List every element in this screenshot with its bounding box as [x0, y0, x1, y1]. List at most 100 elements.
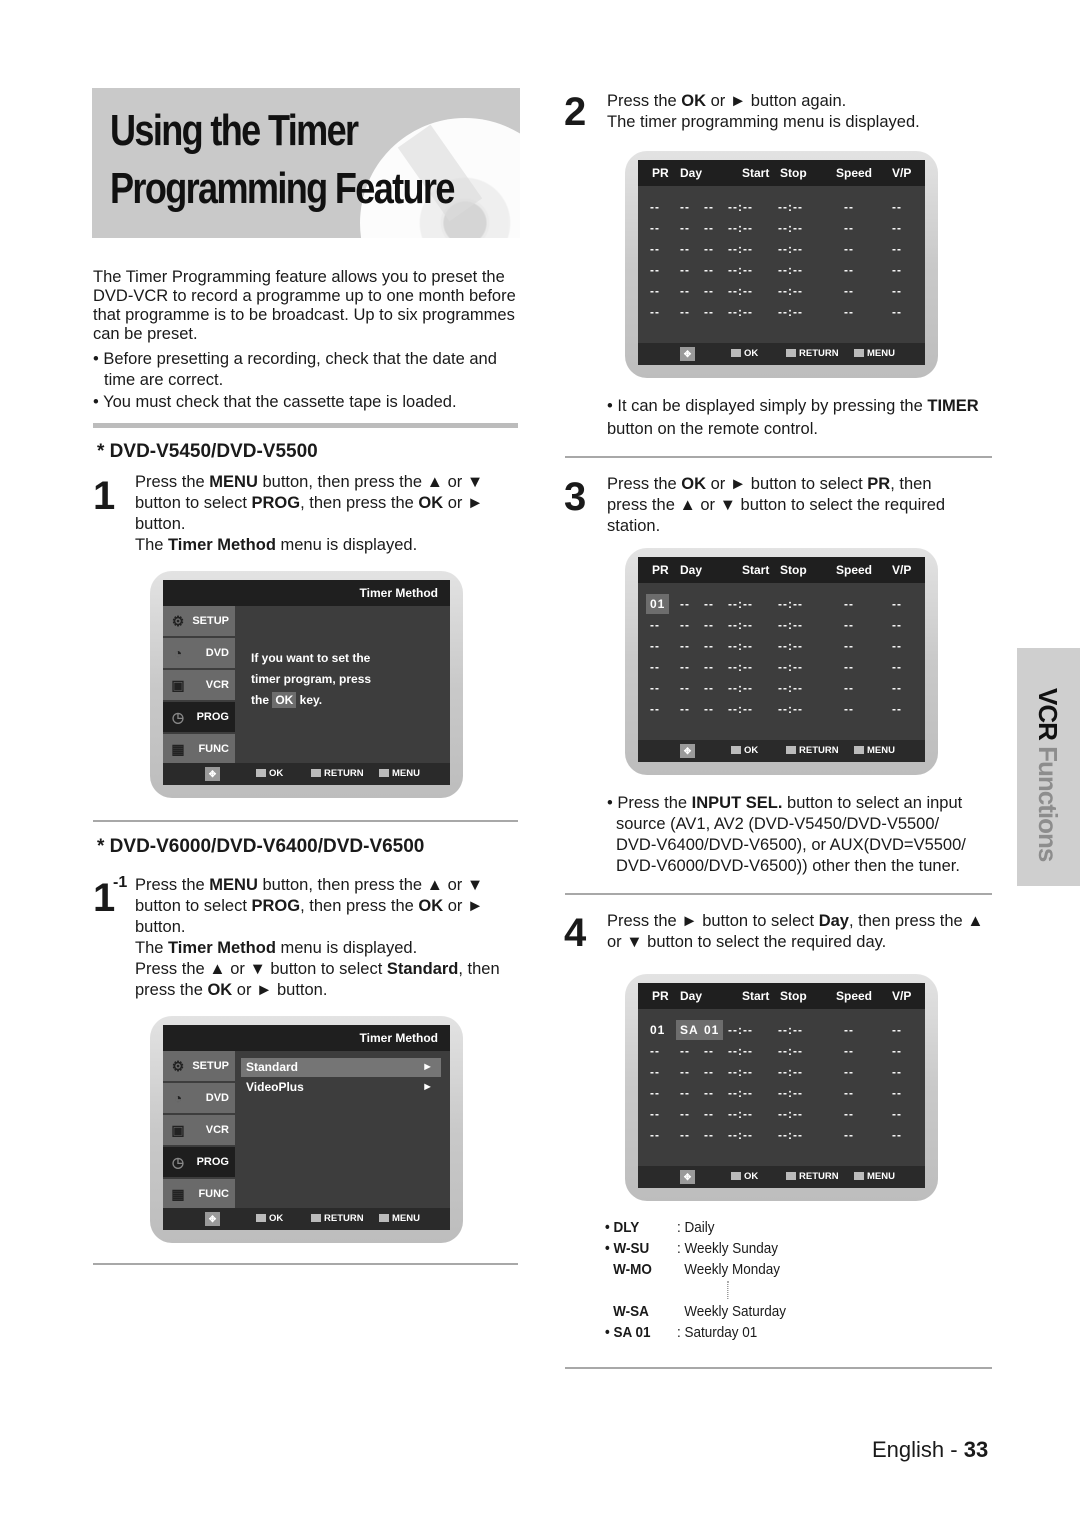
osd-option-standard[interactable]: Standard ► [241, 1058, 441, 1077]
osd-menu-dvd[interactable]: ◔ DVD [163, 1083, 235, 1113]
step-1-instructions: Press the MENU button, then press the ▲ … [135, 473, 484, 554]
cell-speed: -- [844, 597, 854, 611]
dvd-icon: ◔ [173, 645, 183, 661]
cell-vp: -- [892, 597, 902, 611]
section-divider [93, 820, 518, 822]
osd-option-videoplus[interactable]: VideoPlus ► [241, 1078, 441, 1097]
bullet-dot: • [93, 350, 104, 368]
osd-menu-prog[interactable]: ◷ PROG [163, 1147, 235, 1177]
return-icon [311, 1214, 321, 1222]
timer-program-row[interactable]: -- -- -- --:-- --:-- -- -- [638, 636, 925, 656]
column-header: V/P [892, 166, 912, 180]
osd-timer-method-screen: Timer Method ⚙ SETUP ◔ DVD ▣ VCR ◷ PROG ▦ FUN… [150, 571, 463, 798]
column-header: V/P [892, 989, 912, 1003]
page-title-line1: Using the Timer [110, 106, 359, 155]
cell-day: -- [680, 597, 690, 611]
clock-icon: ◷ [171, 1154, 185, 1170]
osd-menu-func[interactable]: ▦ FUNC [163, 734, 235, 764]
timer-program-row[interactable]: -- -- -- --:-- --:-- -- -- [638, 239, 925, 259]
osd-timer-method-options-screen: Timer Method ⚙ SETUP ◔ DVD ▣ VCR ◷ PROG ▦ FUN… [150, 1016, 463, 1243]
osd-return-hint: RETURN [786, 1166, 839, 1188]
timer-program-row[interactable]: -- -- -- --:-- --:-- -- -- [638, 281, 925, 301]
timer-program-row[interactable]: 01 SA 01 --:-- --:-- -- -- [638, 1020, 925, 1040]
timer-program-row[interactable]: -- -- -- --:-- --:-- -- -- [638, 1041, 925, 1061]
cell-date: -- [704, 639, 714, 653]
timer-program-row[interactable]: -- -- -- --:-- --:-- -- -- [638, 1125, 925, 1145]
column-header: Speed [836, 989, 873, 1003]
gear-icon: ⚙ [171, 1058, 185, 1074]
page-footer: English - 33 [872, 1437, 989, 1462]
cell-vp: -- [892, 639, 902, 653]
cell-pr: -- [650, 1107, 660, 1121]
section-divider [565, 1367, 992, 1369]
cell-pr: -- [650, 1128, 660, 1142]
cell-vp: -- [892, 305, 902, 319]
cell-day: -- [680, 639, 690, 653]
cell-pr: -- [650, 1044, 660, 1058]
cell-start: --:-- [728, 284, 753, 298]
cell-start: --:-- [728, 618, 753, 632]
timer-table-header: PR Day Start Stop Speed V/P [638, 557, 925, 583]
cell-speed: -- [844, 1086, 854, 1100]
legend-row: • W-SU: Weekly Sunday [605, 1240, 779, 1257]
cell-day: -- [680, 618, 690, 632]
cell-start: --:-- [728, 597, 753, 611]
column-header: PR [652, 563, 669, 577]
cell-start: --:-- [728, 702, 753, 716]
osd-header: Timer Method [163, 580, 450, 606]
timer-program-row[interactable]: -- -- -- --:-- --:-- -- -- [638, 218, 925, 238]
timer-program-row[interactable]: -- -- -- --:-- --:-- -- -- [638, 657, 925, 677]
osd-timer-table-day-selected: PR Day Start Stop Speed V/P 01 SA 01 --:-- --:-- --… [625, 974, 938, 1201]
cell-speed: -- [844, 1128, 854, 1142]
timer-program-row[interactable]: -- -- -- --:-- --:-- -- -- [638, 1062, 925, 1082]
timer-program-row[interactable]: 01 -- -- --:-- --:-- -- -- [638, 594, 925, 614]
timer-program-row[interactable]: -- -- -- --:-- --:-- -- -- [638, 197, 925, 217]
step-number: 3 [564, 475, 587, 519]
cell-speed: -- [844, 221, 854, 235]
cell-date: -- [704, 1044, 714, 1058]
cell-stop: --:-- [778, 1128, 803, 1142]
osd-footer: ✥ OK RETURN MENU [163, 1208, 450, 1230]
osd-timer-table-empty: PR Day Start Stop Speed V/P -- -- -- --:-- --:-- --… [625, 151, 938, 378]
cell-speed: -- [844, 242, 854, 256]
bullet-note: • You must check that the cassette tape … [93, 393, 457, 411]
cell-speed: -- [844, 618, 854, 632]
timer-program-row[interactable]: -- -- -- --:-- --:-- -- -- [638, 699, 925, 719]
cell-pr: -- [650, 660, 660, 674]
osd-menu-prog[interactable]: ◷ PROG [163, 702, 235, 732]
osd-return-hint: RETURN [786, 740, 839, 762]
osd-menu-func[interactable]: ▦ FUNC [163, 1179, 235, 1209]
step-4-instructions: Press the ► button to select Day, then p… [607, 912, 984, 951]
osd-menu-setup[interactable]: ⚙ SETUP [163, 1051, 235, 1081]
column-header: Speed [836, 166, 873, 180]
osd-menu-vcr[interactable]: ▣ VCR [163, 1115, 235, 1145]
enter-icon [731, 1172, 741, 1180]
cell-stop: --:-- [778, 597, 803, 611]
column-header: Stop [780, 989, 807, 1003]
timer-program-row[interactable]: -- -- -- --:-- --:-- -- -- [638, 678, 925, 698]
cell-stop: --:-- [778, 618, 803, 632]
step-number: 1 [93, 876, 116, 920]
timer-program-row[interactable]: -- -- -- --:-- --:-- -- -- [638, 615, 925, 635]
func-icon: ▦ [171, 741, 185, 757]
cell-start: --:-- [728, 1107, 753, 1121]
timer-program-row[interactable]: -- -- -- --:-- --:-- -- -- [638, 260, 925, 280]
cell-day: -- [680, 221, 690, 235]
menu-icon [854, 746, 864, 754]
osd-ok-hint: OK [256, 1208, 283, 1230]
osd-menu-hint: MENU [379, 1208, 420, 1230]
chapter-side-tab: VCR Functions [1017, 648, 1080, 886]
osd-menu-setup[interactable]: ⚙ SETUP [163, 606, 235, 636]
cell-stop: --:-- [778, 221, 803, 235]
cell-date: -- [704, 1065, 714, 1079]
osd-footer: ✥ OK RETURN MENU [638, 740, 925, 762]
cell-pr: -- [650, 702, 660, 716]
timer-program-row[interactable]: -- -- -- --:-- --:-- -- -- [638, 302, 925, 322]
cell-stop: --:-- [778, 1044, 803, 1058]
cell-stop: --:-- [778, 305, 803, 319]
osd-menu-vcr[interactable]: ▣ VCR [163, 670, 235, 700]
timer-program-row[interactable]: -- -- -- --:-- --:-- -- -- [638, 1104, 925, 1124]
osd-menu-dvd[interactable]: ◔ DVD [163, 638, 235, 668]
return-icon [786, 1172, 796, 1180]
timer-program-row[interactable]: -- -- -- --:-- --:-- -- -- [638, 1083, 925, 1103]
